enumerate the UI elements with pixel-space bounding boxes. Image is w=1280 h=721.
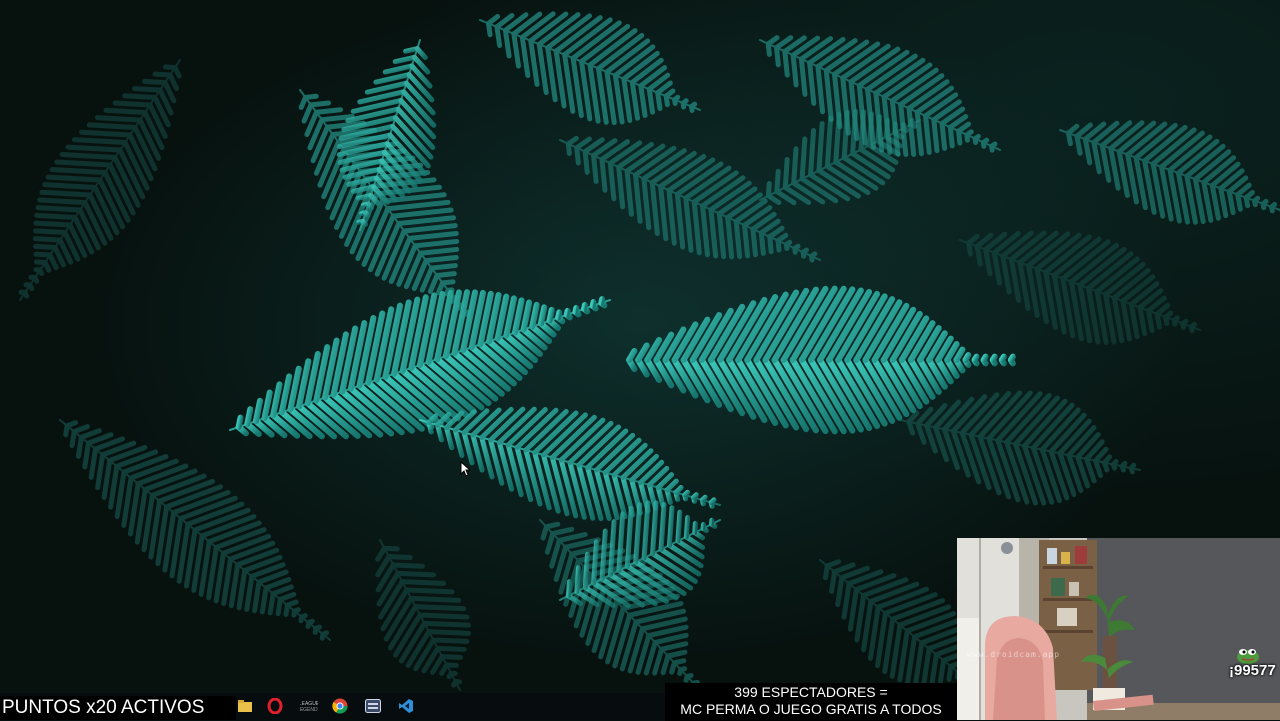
fern-frond	[820, 560, 980, 690]
app-window-icon[interactable]	[364, 697, 382, 715]
coin-count: ¡99577	[1229, 662, 1276, 679]
fern-frond	[1060, 123, 1280, 223]
fern-frond	[900, 393, 1140, 503]
fern-frond	[339, 40, 434, 230]
fern-frond	[300, 90, 470, 320]
fern-frond	[480, 14, 700, 123]
svg-text:LEGENDS: LEGENDS	[300, 707, 318, 713]
viewers-banner: 399 ESPECTADORES = MC PERMA O JUEGO GRAT…	[665, 683, 957, 721]
fern-frond	[960, 233, 1200, 342]
visual-studio-code-icon[interactable]	[397, 697, 415, 715]
fern-frond	[60, 420, 330, 640]
fern-frond	[20, 60, 180, 300]
fern-frond	[378, 540, 469, 690]
mouse-cursor-icon	[460, 461, 470, 477]
fern-frond	[560, 138, 820, 260]
chrome-icon[interactable]	[331, 697, 349, 715]
viewers-count-text: 399 ESPECTADORES =	[665, 684, 957, 701]
fern-frond	[760, 111, 920, 202]
file-explorer-icon[interactable]	[236, 697, 254, 715]
league-of-legends-icon[interactable]: LEAGUELEGENDS	[299, 697, 319, 715]
webcam-watermark: www.droidcam.app	[967, 650, 1060, 659]
webcam-feed: www.droidcam.app ¡99577	[957, 538, 1280, 720]
webcam-scene	[957, 538, 1280, 720]
viewers-reward-text: MC PERMA O JUEGO GRATIS A TODOS	[665, 701, 957, 718]
opera-icon[interactable]	[266, 697, 284, 715]
points-banner: PUNTOS x20 ACTIVOS	[0, 696, 236, 720]
